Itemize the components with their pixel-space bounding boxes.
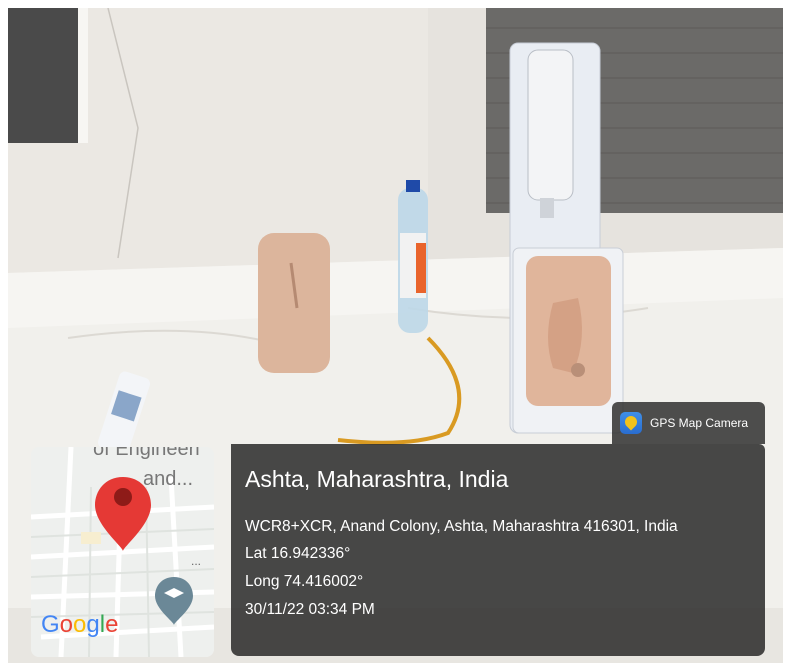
google-g2: g [86, 611, 99, 638]
location-info-panel: Ashta, Maharashtra, India WCR8+XCR, Anan… [231, 444, 765, 656]
map-place-label-bottom: and... [143, 468, 193, 490]
location-title: Ashta, Maharashtra, India [245, 466, 509, 492]
map-place-label-top: of Engineeri [93, 447, 200, 460]
gps-badge-label: GPS Map Camera [650, 416, 749, 430]
google-g1: G [41, 611, 60, 638]
google-o1: o [60, 611, 73, 638]
google-o2: o [73, 611, 86, 638]
map-streets: of Engineeri and... ... Google [31, 447, 214, 657]
map-dots: ... [191, 554, 201, 568]
location-datetime: 30/11/22 03:34 PM [245, 601, 375, 618]
map-thumbnail: of Engineeri and... ... Google [31, 447, 214, 657]
google-e: e [105, 611, 118, 638]
gps-map-camera-badge: GPS Map Camera [612, 402, 765, 444]
google-logo: Google [41, 611, 118, 638]
location-latitude: Lat 16.942336° [245, 545, 351, 562]
gps-map-camera-icon [620, 412, 642, 434]
location-longitude: Long 74.416002° [245, 573, 364, 590]
location-address: WCR8+XCR, Anand Colony, Ashta, Maharasht… [245, 518, 678, 535]
photo-frame: GPS Map Camera of Engineeri and... ... G… [0, 0, 791, 671]
